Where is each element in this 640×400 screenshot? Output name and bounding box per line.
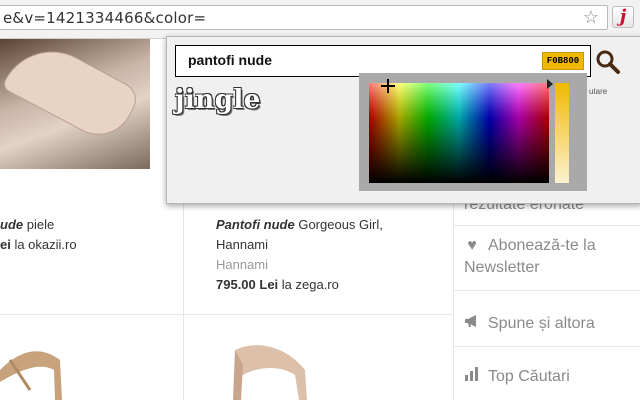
product-price: 795.00 Lei — [216, 277, 279, 292]
sidebar-item-share[interactable]: Spune și altora — [454, 301, 640, 347]
address-bar[interactable]: e&v=1421334466&color= ☆ — [0, 5, 608, 30]
hint-text: utare — [589, 87, 608, 96]
sidebar-item-label: Spune și altora — [488, 315, 595, 332]
sidebar-item-label: Abonează-te la Newsletter — [464, 237, 596, 276]
product-name: piele — [23, 217, 55, 232]
search-button[interactable] — [595, 49, 621, 75]
product-store[interactable]: la okazii.ro — [11, 237, 76, 252]
search-icon — [596, 50, 620, 74]
product-image[interactable] — [215, 340, 325, 400]
product-card[interactable]: ude piele ei la okazii.ro — [0, 215, 77, 255]
product-name-line2: Hannami — [216, 237, 269, 252]
product-image[interactable] — [0, 32, 150, 169]
product-name-emphasis: Pantofi nude — [216, 217, 295, 232]
shoe-shape — [0, 32, 143, 148]
product-brand: Hannami — [216, 257, 269, 272]
slider-arrow-icon[interactable] — [547, 79, 553, 89]
jingle-popup: pantofi nude F0B800 jingle utare — [166, 36, 640, 204]
product-image[interactable] — [0, 330, 90, 400]
bar-chart-icon — [464, 366, 480, 388]
jingle-logo: jingle — [175, 85, 261, 115]
product-name: Gorgeous Girl, — [294, 217, 383, 232]
jingle-extension-icon: j — [619, 6, 627, 27]
jingle-extension-button[interactable]: j — [612, 6, 634, 28]
grid-divider — [0, 314, 453, 315]
hue-slider[interactable] — [555, 83, 569, 183]
product-price: ei — [0, 237, 11, 252]
sidebar-item-top-searches[interactable]: Top Căutari — [454, 353, 640, 400]
sidebar-item-label: Top Căutari — [488, 368, 570, 385]
browser-toolbar: e&v=1421334466&color= ☆ j — [0, 0, 640, 39]
megaphone-icon — [464, 313, 480, 335]
url-text[interactable]: e&v=1421334466&color= — [3, 9, 206, 27]
saturation-value-square[interactable] — [369, 83, 549, 183]
color-value-field[interactable]: F0B800 — [542, 52, 584, 70]
product-store[interactable]: la zega.ro — [278, 277, 339, 292]
product-card[interactable]: Pantofi nude Gorgeous Girl, Hannami Hann… — [216, 215, 383, 295]
heart-icon: ♥ — [467, 237, 477, 254]
crosshair-icon[interactable] — [381, 79, 395, 93]
product-name-emphasis: ude — [0, 217, 24, 232]
color-picker[interactable] — [359, 73, 587, 191]
search-query[interactable]: pantofi nude — [188, 52, 272, 68]
sidebar-item-newsletter[interactable]: ♥ Abonează-te la Newsletter — [454, 229, 640, 291]
star-icon[interactable]: ☆ — [583, 7, 599, 27]
